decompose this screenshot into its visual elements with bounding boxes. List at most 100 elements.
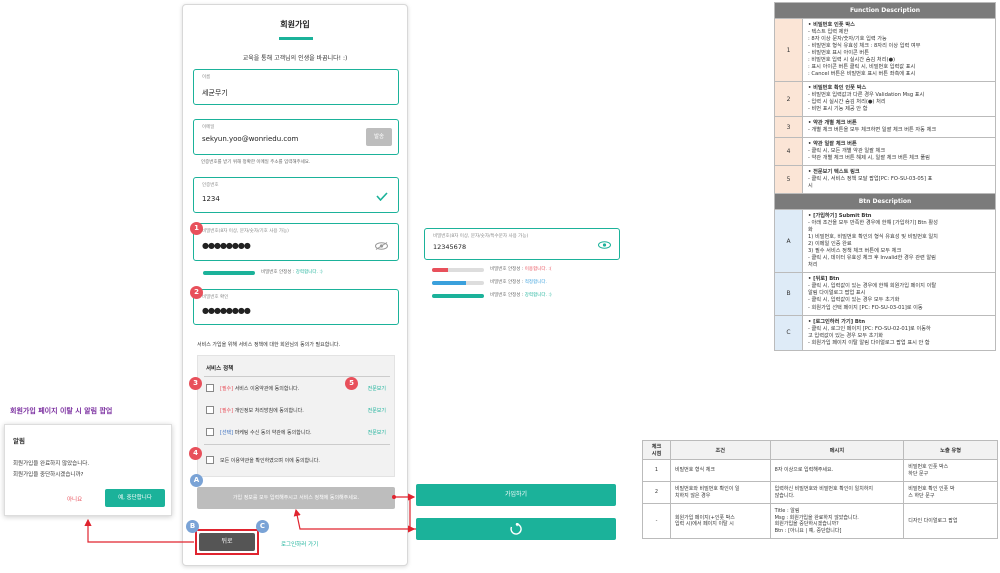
password-confirm-label: 비밀번호 확인 (202, 295, 229, 300)
view-full-link[interactable]: 전문보기 (368, 429, 386, 436)
row-number: 2 (774, 81, 803, 118)
terms-tag: [필수] (220, 386, 234, 392)
divider (204, 376, 390, 377)
table-cell: 2 (642, 481, 671, 504)
column-header: 메시지 (769, 440, 905, 460)
function-row: 5 • 전문보기 텍스트 링크 - 클릭 시, 서비스 정책 모달 팝업[PC: … (774, 165, 996, 195)
marker-2: 2 (190, 286, 203, 299)
function-row: 3 • 약관 개별 체크 버튼 - 개별 체크 버튼을 모두 체크하면 일괄 체크… (774, 116, 996, 139)
code-value: 1234 (202, 195, 220, 203)
row-number: 5 (774, 165, 803, 195)
strength-prefix: 비밀번호 안정성 : (490, 293, 524, 298)
strength-prefix: 비밀번호 안정성 : (490, 280, 524, 285)
table-cell: 비밀번호와 비밀번호 확인이 일 치하지 않은 경우 (669, 481, 771, 504)
description-line: : Cancel 버튼은 비밀번호 표시 버튼 좌측에 표시 (808, 71, 916, 78)
table-cell: 8자 이상으로 입력해주세요. (769, 459, 905, 482)
name-field[interactable]: 이름 세균무기 (193, 69, 399, 105)
function-description-header: Function Description (774, 2, 996, 19)
description-line: • [로그인하러 가기] Btn (808, 318, 866, 325)
row-description: • [로그인하러 가기] Btn - 클릭 시, 로그인 페이지 [PC: FO… (802, 314, 996, 351)
login-link[interactable]: 로그인하러 가기 (281, 540, 318, 548)
signup-submit-button[interactable]: 가입하기 (416, 484, 616, 506)
btn-row: B • [뒤로] Btn - 클릭 시, 입력값이 있는 경우에 한해 회원가입 … (774, 272, 996, 316)
strength-text-strong: 비밀번호 안정성 : 강력합니다. :) (490, 292, 552, 298)
email-help: 인증번호를 받기 위해 정확한 이메일 주소를 입력해주세요. (201, 160, 311, 165)
dialog-title: 알림 (13, 437, 25, 445)
description-line: - 회원가입 선택 페이지 [PC: FO-SU-03-01]로 이동 (808, 304, 923, 311)
table-row: 2 비밀번호와 비밀번호 확인이 일 치하지 않은 경우 입력하신 비밀번호와 비밀… (642, 481, 998, 504)
terms-checkbox-service[interactable] (206, 384, 214, 392)
verification-code-field[interactable]: 인증번호 1234 (193, 177, 399, 213)
table-cell: 1 (642, 459, 671, 482)
password-strength-text: 비밀번호 안정성 : 강력합니다. :) (261, 269, 323, 275)
terms-tag: [선택] (220, 430, 234, 436)
dialog-yes-button[interactable]: 예, 중단합니다 (105, 489, 165, 507)
description-line: - 회원가입 페이지 이탈 알림 다이얼로그 팝업 표시 안 함 (808, 339, 930, 346)
description-line: - 아래 조건을 모두 만족한 경우에 한해 [가입하기] Btn 활성 (808, 220, 938, 227)
signup-loading-button[interactable] (416, 518, 616, 540)
page-title: 회원가입 (280, 20, 310, 29)
strength-value: 이용합니다. :( (524, 267, 552, 272)
view-full-link[interactable]: 전문보기 (368, 407, 386, 414)
description-line: 시 (808, 183, 813, 190)
marker-c: C (256, 520, 269, 533)
password-field[interactable]: 비밀번호(8자 이상, 문자/숫자/기호 사용 가능) ●●●●●●●● (193, 223, 399, 261)
row-description: • 비밀번호 확인 인풋 박스 - 비밀번호 입력값과 다른 경우 Valida… (802, 81, 996, 118)
row-number: B (774, 272, 803, 316)
signup-submit-disabled-button[interactable]: 가입 정보를 모두 입력해주시고 서비스 정책에 동의해주세요. (197, 487, 395, 509)
table-cell: 비밀번호 형식 체크 (669, 459, 771, 482)
marker-3: 3 (189, 377, 202, 390)
description-line: - 개별 체크 버튼을 모두 체크하면 일괄 체크 버튼 자동 체크 (808, 127, 937, 134)
terms-item-privacy: [필수] 개인정보 처리방침에 동의합니다. (220, 407, 304, 414)
title-underline (279, 37, 313, 40)
terms-checkbox-privacy[interactable] (206, 406, 214, 414)
name-label: 이름 (202, 75, 211, 80)
strength-prefix: 비밀번호 안정성 : (261, 270, 295, 275)
password-confirm-field[interactable]: 비밀번호 확인 ●●●●●●●● (193, 289, 399, 325)
description-line: - 약관 개별 체크 버튼 해제 시, 일괄 체크 버튼 체크 풀림 (808, 155, 930, 162)
eye-icon[interactable] (598, 241, 611, 249)
divider (204, 444, 390, 445)
description-line: - 클릭 시, 서비스 정책 모달 팝업[PC: FO-SU-03-05] 표 (808, 176, 933, 183)
marker-a: A (190, 474, 203, 487)
name-value: 세균무기 (202, 89, 228, 97)
row-description: • 비밀번호 인풋 박스 - 텍스트 입력 제한 : 8자 이상 문자/숫자/기… (802, 17, 996, 83)
terms-checkbox-all[interactable] (206, 456, 214, 464)
password-label: 비밀번호(8자 이상, 문자/숫자/기호 사용 가능) (202, 229, 289, 234)
leave-alert-dialog: 알림 회원가입을 완료하지 않았습니다. 회원가입을 중단하시겠습니까? 아니요… (4, 424, 172, 516)
terms-checkbox-marketing[interactable] (206, 428, 214, 436)
btn-row: C • [로그인하러 가기] Btn - 클릭 시, 로그인 페이지 [PC: F… (774, 314, 996, 351)
table-cell: 비밀번호 인풋 박스 하단 문구 (903, 459, 998, 482)
description-line: - 클릭 시, 데이터 유효성 체크 후 Invalid한 경우 관련 알림 (808, 255, 936, 262)
terms-item-marketing: [선택] 마케팅 수신 동의 약관에 동의합니다. (220, 429, 312, 436)
password-alt-value: 12345678 (433, 243, 467, 251)
password-value: ●●●●●●●● (202, 241, 251, 250)
email-field[interactable]: 이메일 sekyun.yoo@wonriedu.com 발송 (193, 119, 399, 155)
btn-description-header: Btn Description (774, 193, 996, 211)
marker-4: 4 (189, 447, 202, 460)
description-line: 고 입력값이 있는 경우 모두 초기화 (808, 332, 884, 339)
password-confirm-value: ●●●●●●●● (202, 306, 251, 315)
function-row: 4 • 약관 일괄 체크 버튼 - 클릭 시, 모든 개별 약관 일괄 체크 - … (774, 137, 996, 167)
row-number: 3 (774, 116, 803, 139)
page-subtitle: 교육을 통해 고객님의 인생을 바꿉니다! :) (242, 55, 348, 62)
password-field-visible[interactable]: 비밀번호(8자 이상, 문자/숫자/특수문자 사용 가능) 12345678 (424, 228, 620, 260)
terms-box: 서비스 정책 [필수] 서비스 이용약관에 동의합니다. 전문보기 [필수] 개… (197, 355, 395, 477)
email-label: 이메일 (202, 125, 215, 130)
marker-5: 5 (345, 377, 358, 390)
row-number: C (774, 314, 803, 351)
view-full-link[interactable]: 전문보기 (368, 385, 386, 392)
column-header: 조건 (669, 440, 771, 460)
btn-row: A • [가입하기] Submit Btn - 아래 조건을 모두 만족한 경우에… (774, 209, 996, 274)
description-line: • 비밀번호 인풋 박스 (808, 22, 855, 28)
send-code-button[interactable]: 발송 (366, 128, 392, 146)
column-header: 체크 시점 (642, 440, 671, 460)
row-description: • [뒤로] Btn - 클릭 시, 입력값이 있는 경우에 한해 회원가입 페… (802, 272, 996, 316)
back-button[interactable]: 뒤로 (199, 533, 255, 551)
email-value: sekyun.yoo@wonriedu.com (202, 135, 299, 143)
dialog-line-1: 회원가입을 완료하지 않았습니다. (13, 461, 90, 467)
dialog-no-button[interactable]: 아니요 (67, 495, 82, 503)
eye-off-icon[interactable] (375, 242, 388, 250)
terms-text: 마케팅 수신 동의 약관에 동의합니다. (234, 430, 312, 436)
strength-value: 적정합니다. (524, 280, 547, 285)
